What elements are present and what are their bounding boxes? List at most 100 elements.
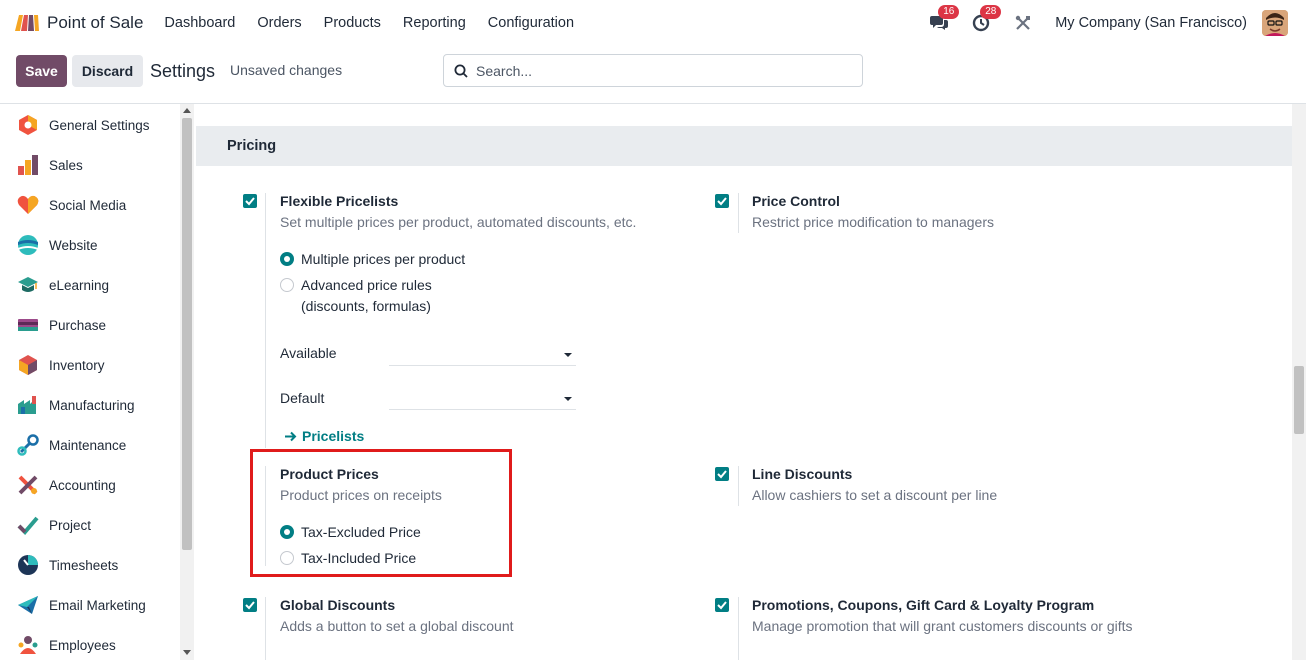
global-discounts-title: Global Discounts (280, 597, 396, 613)
systray: 16 28 My Company (San Francisco) (929, 0, 1288, 46)
multiple-prices-radio[interactable] (280, 252, 294, 266)
sidebar-label: Email Marketing (49, 597, 146, 613)
advanced-price-rules-sublabel: (discounts, formulas) (301, 298, 431, 314)
sidebar-label: Timesheets (49, 557, 119, 573)
app-name: Point of Sale (47, 13, 144, 32)
unsaved-status: Unsaved changes (230, 62, 343, 78)
search-input[interactable] (476, 62, 856, 79)
pricelists-link[interactable]: Pricelists (284, 428, 364, 444)
arrow-right-icon (285, 431, 297, 442)
top-navbar: Point of Sale Dashboard Orders Products … (0, 0, 1306, 46)
highlight-box (250, 449, 512, 577)
messages-badge: 16 (938, 5, 960, 19)
sidebar-scrollbar-thumb[interactable] (182, 118, 192, 550)
available-pricelists-label: Available (280, 345, 337, 361)
setting-divider (738, 193, 739, 233)
email-marketing-icon (18, 596, 38, 614)
flexible-pricelists-desc: Set multiple prices per product, automat… (280, 214, 637, 230)
project-icon (17, 516, 39, 535)
setting-divider (738, 466, 739, 506)
sidebar-item-manufacturing[interactable]: Manufacturing (17, 394, 135, 416)
search-icon (454, 64, 468, 78)
sidebar-item-accounting[interactable]: Accounting (17, 474, 116, 496)
sidebar-label: Accounting (49, 477, 116, 493)
purchase-icon (18, 319, 38, 331)
line-discounts-checkbox[interactable] (715, 467, 729, 481)
available-pricelists-select[interactable] (389, 344, 576, 366)
sidebar-item-social-media[interactable]: Social Media (17, 194, 126, 216)
sidebar-item-timesheets[interactable]: Timesheets (17, 554, 118, 576)
maintenance-icon (17, 434, 39, 456)
control-panel: Save Discard Settings Unsaved changes (0, 46, 1306, 104)
sidebar-label: Social Media (49, 197, 127, 213)
promotions-checkbox[interactable] (715, 598, 729, 612)
sidebar-item-website[interactable]: Website (17, 234, 98, 256)
sidebar-scroll-up-icon[interactable] (183, 108, 191, 113)
promotions-title: Promotions, Coupons, Gift Card & Loyalty… (752, 597, 1095, 613)
sidebar-item-elearning[interactable]: eLearning (17, 274, 109, 296)
sidebar-label: Employees (49, 637, 116, 653)
sidebar-item-project[interactable]: Project (17, 514, 91, 536)
menu-configuration[interactable]: Configuration (488, 15, 574, 31)
promotions-desc: Manage promotion that will grant custome… (752, 618, 1133, 634)
settings-sidebar: General Settings Sales Social Media Webs… (0, 104, 180, 660)
sidebar-label: Purchase (49, 317, 107, 333)
default-pricelist-select[interactable] (389, 388, 576, 410)
line-discounts-title: Line Discounts (752, 466, 853, 482)
main-menu: Dashboard Orders Products Reporting Conf… (164, 15, 596, 31)
content-scrollbar-thumb[interactable] (1294, 366, 1304, 434)
flexible-pricelists-title: Flexible Pricelists (280, 193, 399, 209)
website-icon (18, 235, 38, 255)
sidebar-item-general-settings[interactable]: General Settings (17, 114, 150, 136)
search-box[interactable] (443, 54, 863, 87)
multiple-prices-label: Multiple prices per product (301, 251, 466, 267)
company-switcher[interactable]: My Company (San Francisco) (1055, 15, 1247, 31)
app-brand[interactable]: Point of Sale (14, 13, 143, 33)
menu-products[interactable]: Products (324, 15, 381, 31)
activities-button[interactable]: 28 (971, 5, 1002, 33)
menu-reporting[interactable]: Reporting (403, 15, 466, 31)
section-header-pricing: Pricing (196, 126, 1292, 166)
sidebar-label: Website (49, 237, 98, 253)
advanced-price-rules-radio[interactable] (280, 278, 294, 292)
sidebar-item-sales[interactable]: Sales (17, 154, 83, 176)
save-button[interactable]: Save (16, 55, 67, 87)
advanced-price-rules-label: Advanced price rules (301, 277, 432, 293)
sales-icon (18, 155, 38, 175)
tools-icon (1016, 15, 1031, 30)
price-control-checkbox[interactable] (715, 194, 729, 208)
inventory-icon (19, 355, 37, 375)
menu-orders[interactable]: Orders (257, 15, 301, 31)
check-icon (717, 197, 727, 206)
check-icon (245, 197, 255, 206)
sidebar-item-purchase[interactable]: Purchase (17, 314, 106, 336)
check-icon (245, 601, 255, 610)
global-discounts-checkbox[interactable] (243, 598, 257, 612)
price-control-title: Price Control (752, 193, 840, 209)
sidebar-item-maintenance[interactable]: Maintenance (17, 434, 126, 456)
general-settings-icon (19, 115, 37, 135)
check-icon (717, 470, 727, 479)
global-discounts-desc: Adds a button to set a global discount (280, 618, 514, 634)
sidebar-label: Sales (49, 157, 83, 173)
messages-button[interactable]: 16 (929, 5, 960, 33)
line-discounts-desc: Allow cashiers to set a discount per lin… (752, 487, 998, 503)
menu-dashboard[interactable]: Dashboard (164, 15, 235, 31)
sidebar-label: Inventory (49, 357, 105, 373)
sidebar-label: General Settings (49, 117, 150, 133)
sidebar-item-inventory[interactable]: Inventory (17, 354, 105, 376)
sidebar-item-email-marketing[interactable]: Email Marketing (17, 594, 146, 616)
sidebar-item-employees[interactable]: Employees (17, 634, 116, 656)
user-avatar-icon (1262, 10, 1288, 36)
employees-icon (18, 636, 38, 654)
timesheets-icon (18, 555, 38, 575)
flexible-pricelists-checkbox[interactable] (243, 194, 257, 208)
pricelists-link-label: Pricelists (302, 428, 365, 444)
discard-button[interactable]: Discard (72, 55, 143, 87)
debug-tools-button[interactable] (1013, 13, 1033, 33)
sidebar-label: Project (49, 517, 92, 533)
price-control-desc: Restrict price modification to managers (752, 214, 994, 230)
setting-divider (265, 597, 266, 660)
user-avatar[interactable] (1262, 10, 1288, 36)
sidebar-scroll-down-icon[interactable] (183, 650, 191, 655)
